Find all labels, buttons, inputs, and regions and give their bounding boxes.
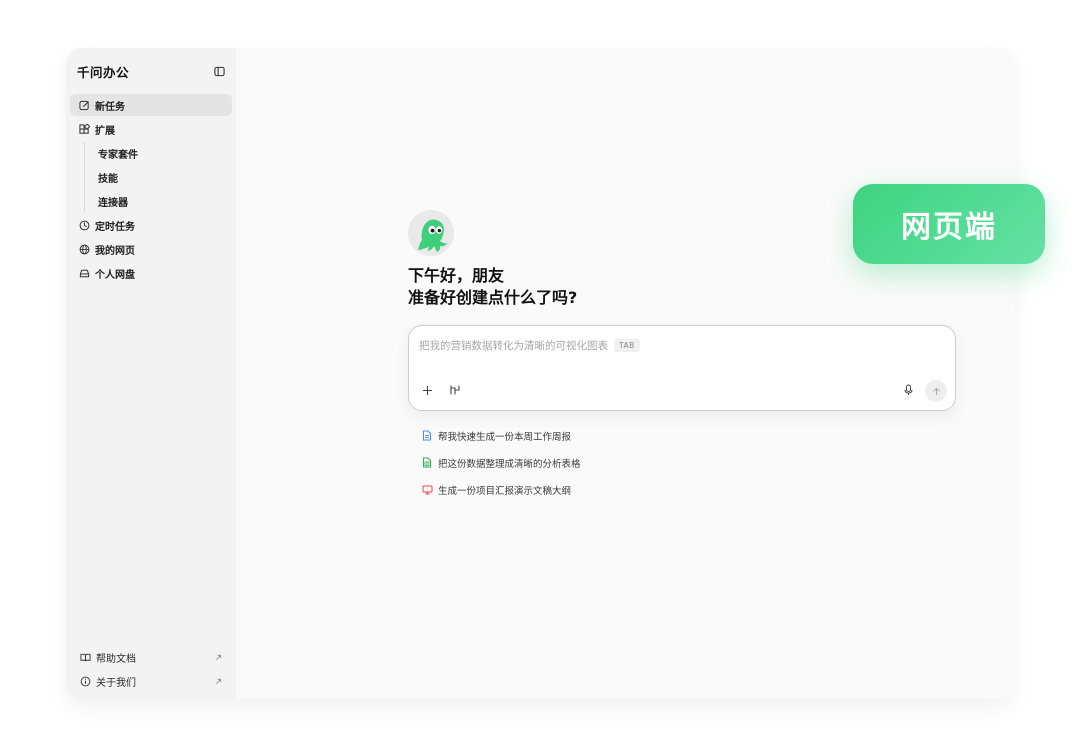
clock-icon [78, 219, 90, 231]
sheet-icon [421, 457, 433, 469]
info-icon [79, 675, 91, 687]
external-link-icon [214, 677, 222, 685]
sidebar-item-scheduled-tasks[interactable]: 定时任务 [70, 214, 232, 236]
sidebar-footer: 帮助文档 关于我们 [70, 645, 232, 693]
octopus-mascot-icon [408, 210, 454, 256]
sidebar-item-label: 扩展 [95, 125, 115, 137]
sidebar-nav: 新任务 扩展 专家套件 技能 连接器 定时任务 我的网页 个人网盘 [70, 94, 232, 284]
tools-icon[interactable] [446, 381, 464, 399]
sidebar-item-label: 个人网盘 [95, 269, 135, 281]
sidebar-item-label: 连接器 [98, 197, 128, 209]
sidebar-item-label: 新任务 [95, 101, 125, 113]
prompt-placeholder: 把我的营销数据转化为清晰的可视化图表 [419, 339, 608, 352]
suggestion-presentation-outline[interactable]: 生成一份项目汇报演示文稿大纲 [421, 476, 581, 503]
globe-icon [78, 243, 90, 255]
sidebar-item-skills[interactable]: 技能 [85, 166, 232, 188]
sidebar: 千问办公 新任务 扩展 专家套件 技能 连接器 定时任务 我的网页 个人网盘 帮… [66, 48, 236, 699]
sidebar-item-label: 定时任务 [95, 221, 135, 233]
sidebar-item-label: 我的网页 [95, 245, 135, 257]
apps-icon [78, 123, 90, 135]
drive-icon [78, 267, 90, 279]
suggestion-label: 生成一份项目汇报演示文稿大纲 [438, 485, 572, 497]
slides-icon [421, 484, 433, 496]
edit-icon [78, 99, 90, 111]
sidebar-item-new-task[interactable]: 新任务 [70, 94, 232, 116]
sidebar-item-label: 专家套件 [98, 149, 138, 161]
sidebar-header: 千问办公 [70, 56, 232, 86]
suggestion-label: 帮我快速生成一份本周工作周报 [438, 431, 572, 443]
add-attachment-button[interactable] [417, 380, 437, 400]
main-content: 下午好，朋友 准备好创建点什么了吗? 把我的营销数据转化为清晰的可视化图表 TA… [236, 48, 1014, 699]
help-docs-link[interactable]: 帮助文档 [70, 645, 232, 669]
prompt-input[interactable]: 把我的营销数据转化为清晰的可视化图表 TAB [419, 336, 941, 354]
app-title: 千问办公 [77, 64, 130, 80]
suggestion-list: 帮我快速生成一份本周工作周报 把这份数据整理成清晰的分析表格 生成一份项目汇报演… [421, 422, 581, 503]
sidebar-item-label: 技能 [98, 173, 118, 185]
suggestion-weekly-report[interactable]: 帮我快速生成一份本周工作周报 [421, 422, 581, 449]
send-button[interactable] [925, 380, 947, 402]
prompt-composer[interactable]: 把我的营销数据转化为清晰的可视化图表 TAB [408, 325, 956, 411]
greeting-line-1: 下午好，朋友 [408, 266, 505, 285]
sidebar-item-my-webpages[interactable]: 我的网页 [70, 238, 232, 260]
extensions-submenu: 专家套件 技能 连接器 [84, 142, 232, 212]
app-window: 千问办公 新任务 扩展 专家套件 技能 连接器 定时任务 我的网页 个人网盘 帮… [66, 48, 1014, 699]
sidebar-item-extensions[interactable]: 扩展 [70, 118, 232, 140]
suggestion-label: 把这份数据整理成清晰的分析表格 [438, 458, 581, 470]
sidebar-item-personal-drive[interactable]: 个人网盘 [70, 262, 232, 284]
greeting-line-2: 准备好创建点什么了吗? [408, 288, 578, 307]
suggestion-analysis-table[interactable]: 把这份数据整理成清晰的分析表格 [421, 449, 581, 476]
about-us-link[interactable]: 关于我们 [70, 669, 232, 693]
footer-item-label: 关于我们 [96, 677, 136, 689]
tab-hint-badge: TAB [614, 338, 640, 352]
footer-item-label: 帮助文档 [96, 653, 136, 665]
book-icon [79, 651, 91, 663]
external-link-icon [214, 653, 222, 661]
microphone-icon[interactable] [899, 381, 917, 399]
sidebar-item-expert-suite[interactable]: 专家套件 [85, 142, 232, 164]
greeting: 下午好，朋友 准备好创建点什么了吗? [408, 265, 577, 309]
sidebar-item-connectors[interactable]: 连接器 [85, 190, 232, 212]
doc-icon [421, 430, 433, 442]
sidebar-toggle-icon[interactable] [212, 64, 226, 78]
web-version-badge: 网页端 [853, 184, 1045, 264]
